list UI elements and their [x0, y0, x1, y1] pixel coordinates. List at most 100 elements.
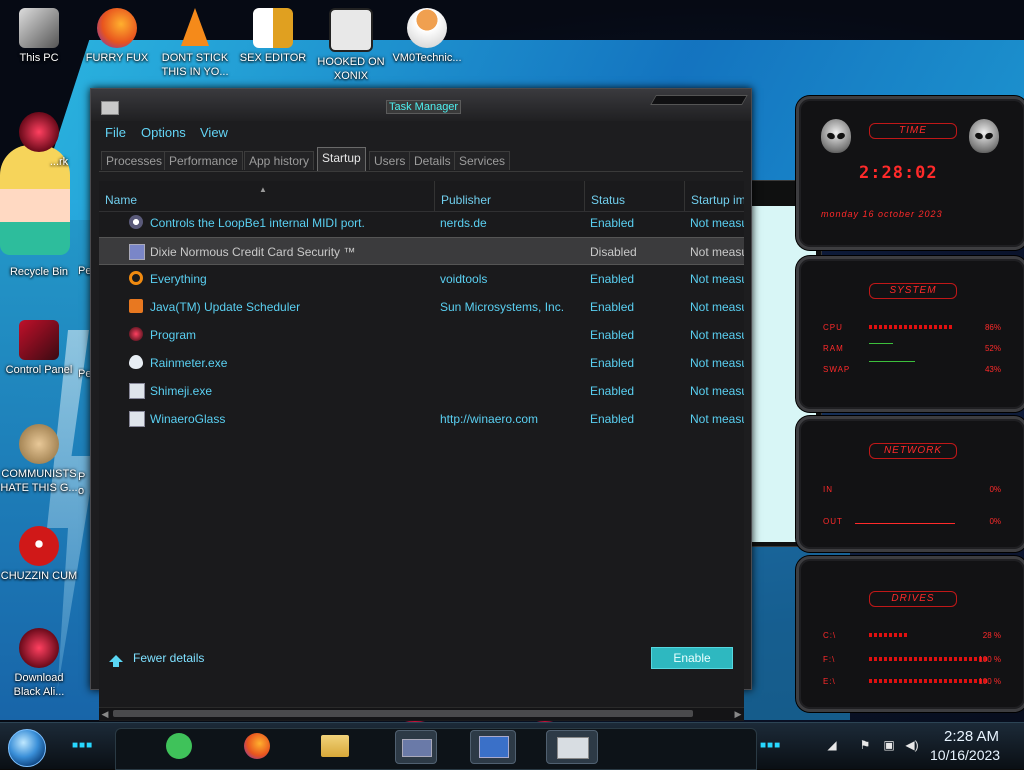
startup-status: Enabled [590, 216, 635, 230]
startup-impact: Not measu [690, 216, 744, 230]
network-icon[interactable]: ▣ [882, 738, 896, 752]
startup-row[interactable]: Rainmeter.exe Enabled Not measu [99, 349, 744, 377]
taskbar-app-window[interactable] [395, 730, 437, 764]
desktop-icon-download[interactable]: Download Black Ali... [0, 628, 78, 699]
program-icon [129, 327, 143, 341]
scroll-left-arrow-icon[interactable]: ◀ [99, 709, 111, 719]
menu-file[interactable]: File [105, 125, 126, 140]
startup-row[interactable]: WinaeroGlass http://winaero.com Enabled Not… [99, 405, 744, 433]
window-icon [129, 383, 145, 399]
horizontal-scrollbar[interactable]: ◀ ▶ [99, 707, 744, 720]
enable-button[interactable]: Enable [651, 647, 733, 669]
startup-status: Enabled [590, 272, 635, 286]
taskbar-notes-app[interactable] [162, 730, 196, 762]
startup-list[interactable]: Name ▲ Publisher Status Startup im Contr… [99, 181, 744, 721]
time-header: TIME [869, 123, 957, 139]
taskbar-firefox[interactable] [240, 730, 274, 762]
desktop-icon-this-pc[interactable]: This PC [0, 8, 78, 65]
column-header-name[interactable]: Name ▲ [99, 181, 435, 211]
drive-value: 100 % [978, 655, 1001, 664]
startup-row[interactable]: Java(TM) Update Scheduler Sun Microsystem… [99, 293, 744, 321]
recycle-bin-icon [19, 222, 59, 262]
rainmeter-system-widget: SYSTEM CPU 86% RAM 52% SWAP 43% [796, 256, 1024, 412]
startup-row[interactable]: Dixie Normous Credit Card Security ™ Disa… [99, 237, 744, 265]
desktop-icon-furry-fux[interactable]: FURRY FUX [78, 8, 156, 65]
scrollbar-thumb[interactable] [113, 710, 693, 717]
drive-value: 28 % [982, 631, 1001, 640]
desktop-icon-label: SEX EDITOR [239, 52, 307, 64]
startup-name: WinaeroGlass [150, 412, 226, 426]
desktop-icon-recycle-bin[interactable]: Recycle Bin [0, 222, 78, 279]
start-button[interactable] [8, 729, 46, 767]
tab-startup[interactable]: Startup [317, 147, 366, 171]
taskbar-decoration: ■■■ [72, 740, 94, 751]
startup-row[interactable]: Shimeji.exe Enabled Not measu [99, 377, 744, 405]
task-manager-window[interactable]: Task Manager File Options View Processes… [90, 88, 752, 721]
menu-options[interactable]: Options [141, 125, 186, 140]
tab-details[interactable]: Details [409, 151, 456, 170]
window-title: Task Manager [386, 100, 462, 114]
tab-users[interactable]: Users [369, 151, 411, 170]
column-header-status[interactable]: Status [585, 181, 685, 211]
alien-head-icon [969, 119, 999, 153]
column-header-startup-impact[interactable]: Startup im [685, 181, 744, 211]
drive-usage-bar [869, 633, 909, 637]
widget-date: monday 16 october 2023 [821, 209, 943, 219]
startup-row[interactable]: Everything voidtools Enabled Not measu [99, 265, 744, 293]
startup-impact: Not measu [690, 245, 744, 259]
tab-processes[interactable]: Processes [101, 151, 168, 170]
show-hidden-icons-icon[interactable]: ◢ [825, 738, 839, 752]
title-bar[interactable]: Task Manager [91, 89, 751, 121]
desktop-icon-communists[interactable]: COMMUNISTS HATE THIS G... [0, 424, 78, 495]
net-out-graph [855, 517, 955, 524]
desktop-icon-vm0[interactable]: VM0Technic... [388, 8, 466, 65]
flag-icon[interactable]: ⚑ [858, 738, 872, 752]
drive-label: C:\ [823, 631, 837, 640]
tab-services[interactable]: Services [454, 151, 511, 170]
desktop-icon-label: This PC [19, 52, 59, 64]
tab-app-history[interactable]: App history [244, 151, 315, 170]
magnifier-icon [129, 271, 143, 285]
desktop-icon-label: Recycle Bin [9, 266, 69, 278]
startup-impact: Not measu [690, 412, 744, 426]
ram-graph-line [869, 343, 893, 344]
menu-view[interactable]: View [200, 125, 228, 140]
startup-row[interactable]: Controls the LoopBe1 internal MIDI port.… [99, 209, 744, 237]
column-header-publisher[interactable]: Publisher [435, 181, 585, 211]
taskbar-task-manager[interactable] [546, 730, 598, 764]
window-icon [129, 411, 145, 427]
desktop-icon-xonix[interactable]: HOOKED ON XONIX [312, 8, 390, 83]
taskbar-file-explorer[interactable] [318, 730, 352, 762]
droplet-icon [129, 355, 143, 369]
swap-value: 43% [984, 365, 1001, 374]
fewer-details-link[interactable]: Fewer details [109, 651, 204, 668]
alien-icon [19, 628, 59, 668]
ram-value: 52% [984, 344, 1001, 353]
firefox-icon [244, 733, 270, 759]
taskbar-remote-desktop[interactable] [470, 730, 516, 764]
card-icon [129, 244, 145, 260]
clock-date[interactable]: 10/16/2023 [930, 747, 1000, 763]
desktop-icon-network[interactable]: ...rk [0, 112, 78, 169]
rainmeter-time-widget: TIME 2:28:02 monday 16 october 2023 [796, 96, 1024, 250]
alien-head-icon [821, 119, 851, 153]
net-in-label: IN [823, 485, 833, 494]
startup-publisher: nerds.de [440, 216, 487, 230]
tab-performance[interactable]: Performance [164, 151, 243, 170]
startup-row[interactable]: Program Enabled Not measu [99, 321, 744, 349]
column-header-label: Startup im [691, 193, 744, 207]
desktop-icon-chuzzle[interactable]: CHUZZIN CUM [0, 526, 78, 583]
desktop-icon-control-panel[interactable]: Control Panel [0, 320, 78, 377]
ram-label: RAM [823, 344, 844, 353]
desktop-icon-vlc[interactable]: DONT STICK THIS IN YO... [156, 8, 234, 79]
scroll-right-arrow-icon[interactable]: ▶ [732, 709, 744, 719]
startup-status: Enabled [590, 300, 635, 314]
clock-time[interactable]: 2:28 AM [944, 728, 999, 745]
column-header-label: Name [105, 193, 138, 207]
desktop-icon-label: HOOKED ON XONIX [317, 56, 385, 82]
volume-icon[interactable]: ◀) [905, 738, 919, 752]
startup-status: Enabled [590, 356, 635, 370]
startup-status: Enabled [590, 384, 635, 398]
desktop-icon-hex-editor[interactable]: SEX EDITOR [234, 8, 312, 65]
monitor-icon [479, 736, 509, 758]
